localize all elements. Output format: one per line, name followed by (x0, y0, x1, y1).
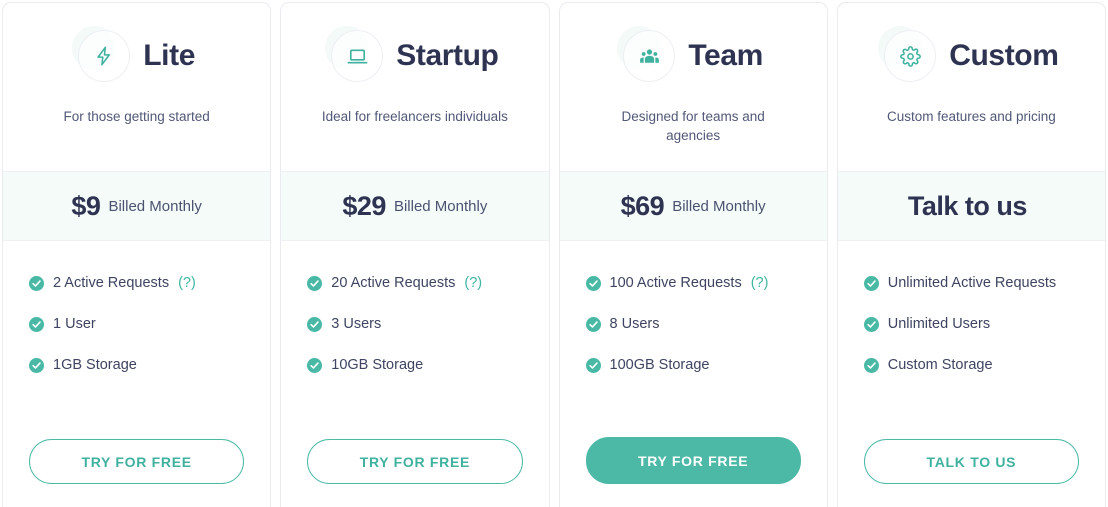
plan-title: Team (688, 39, 763, 72)
price-amount: $69 (620, 190, 665, 221)
cta-wrap: TRY FOR FREE (281, 439, 548, 507)
feature-label: Custom Storage (887, 357, 993, 373)
list-item: 20 Active Requests (?) (307, 275, 548, 291)
feature-list: 2 Active Requests (?) 1 User 1GB Storage (3, 241, 270, 439)
price-period: Billed Monthly (672, 197, 766, 215)
check-circle-icon (585, 316, 601, 332)
list-item: 2 Active Requests (?) (29, 275, 270, 291)
check-circle-icon (29, 275, 44, 291)
feature-label: 8 Users (609, 316, 660, 332)
price-band: $9 Billed Monthly (3, 171, 271, 241)
check-circle-icon (307, 357, 323, 373)
plan-card-team: Team Designed for teams and agencies $69… (558, 2, 828, 507)
plan-description: For those getting started (63, 109, 210, 124)
laptop-icon (331, 30, 384, 82)
plan-icon-wrap (878, 26, 937, 82)
check-circle-icon (307, 316, 323, 332)
check-circle-icon (585, 357, 601, 373)
plan-icon-wrap (72, 26, 131, 82)
plan-title: Custom (949, 39, 1059, 72)
feature-help-link[interactable]: (?) (751, 275, 769, 291)
price-amount: $29 (342, 190, 386, 221)
list-item: Custom Storage (863, 357, 1105, 373)
gear-icon (884, 30, 937, 82)
cta-wrap: TALK TO US (838, 439, 1105, 507)
feature-label: 1GB Storage (53, 357, 137, 373)
feature-label: Unlimited Users (887, 316, 991, 332)
price-period: Billed Monthly (393, 197, 488, 215)
plan-card-startup: Startup Ideal for freelancers individual… (280, 2, 550, 507)
check-circle-icon (29, 357, 44, 373)
feature-list: 100 Active Requests (?) 8 Users 100GB St… (560, 241, 827, 437)
plan-header: Startup (281, 3, 548, 89)
plan-header: Lite (3, 3, 270, 89)
plan-header: Custom (838, 3, 1105, 89)
plan-header: Team (560, 3, 827, 89)
plan-description: Custom features and pricing (886, 109, 1056, 124)
people-group-icon (623, 30, 676, 82)
plan-title: Startup (396, 39, 499, 72)
cta-wrap: TRY FOR FREE (3, 439, 270, 507)
plan-card-custom: Custom Custom features and pricing Talk … (836, 2, 1106, 507)
price-band: $69 Billed Monthly (559, 171, 827, 241)
list-item: Unlimited Active Requests (863, 275, 1105, 291)
price-period: Billed Monthly (108, 197, 202, 215)
plan-description: Designed for teams and agencies (621, 109, 765, 144)
feature-label: 10GB Storage (331, 357, 424, 373)
check-circle-icon (307, 275, 323, 291)
list-item: 100 Active Requests (?) (585, 275, 827, 291)
list-item: Unlimited Users (863, 316, 1105, 332)
feature-list: Unlimited Active Requests Unlimited User… (838, 241, 1105, 439)
plan-description: Ideal for freelancers individuals (321, 109, 508, 124)
list-item: 8 Users (585, 316, 827, 332)
price-band: Talk to us (837, 171, 1105, 241)
try-for-free-button[interactable]: TRY FOR FREE (29, 439, 245, 484)
feature-label: 3 Users (331, 316, 382, 332)
check-circle-icon (863, 357, 879, 373)
try-for-free-button[interactable]: TRY FOR FREE (307, 439, 523, 484)
lightning-bolt-icon (78, 30, 131, 82)
feature-label: 1 User (53, 316, 96, 332)
cta-wrap: TRY FOR FREE (560, 437, 827, 507)
price-band: $29 Billed Monthly (281, 171, 549, 241)
feature-label: 100 Active Requests (609, 275, 742, 291)
pricing-table: Lite For those getting started $9 Billed… (0, 0, 1108, 507)
check-circle-icon (29, 316, 44, 332)
feature-label: 2 Active Requests (53, 275, 170, 291)
list-item: 1GB Storage (29, 357, 270, 373)
check-circle-icon (863, 275, 879, 291)
plan-icon-wrap (617, 26, 676, 82)
list-item: 1 User (29, 316, 270, 332)
feature-help-link[interactable]: (?) (464, 275, 482, 291)
plan-card-lite: Lite For those getting started $9 Billed… (2, 2, 272, 507)
plan-icon-wrap (325, 26, 384, 82)
check-circle-icon (863, 316, 879, 332)
feature-list: 20 Active Requests (?) 3 Users 10GB Stor… (281, 241, 548, 439)
feature-label: Unlimited Active Requests (887, 275, 1057, 291)
list-item: 100GB Storage (585, 357, 827, 373)
talk-to-us-button[interactable]: TALK TO US (863, 439, 1079, 484)
list-item: 3 Users (307, 316, 548, 332)
try-for-free-button[interactable]: TRY FOR FREE (585, 437, 801, 484)
feature-label: 100GB Storage (609, 357, 710, 373)
feature-label: 20 Active Requests (331, 275, 456, 291)
check-circle-icon (585, 275, 601, 291)
price-amount: $9 (71, 190, 101, 221)
plan-title: Lite (143, 39, 195, 72)
list-item: 10GB Storage (307, 357, 548, 373)
feature-help-link[interactable]: (?) (178, 275, 196, 291)
price-amount: Talk to us (907, 190, 1028, 221)
